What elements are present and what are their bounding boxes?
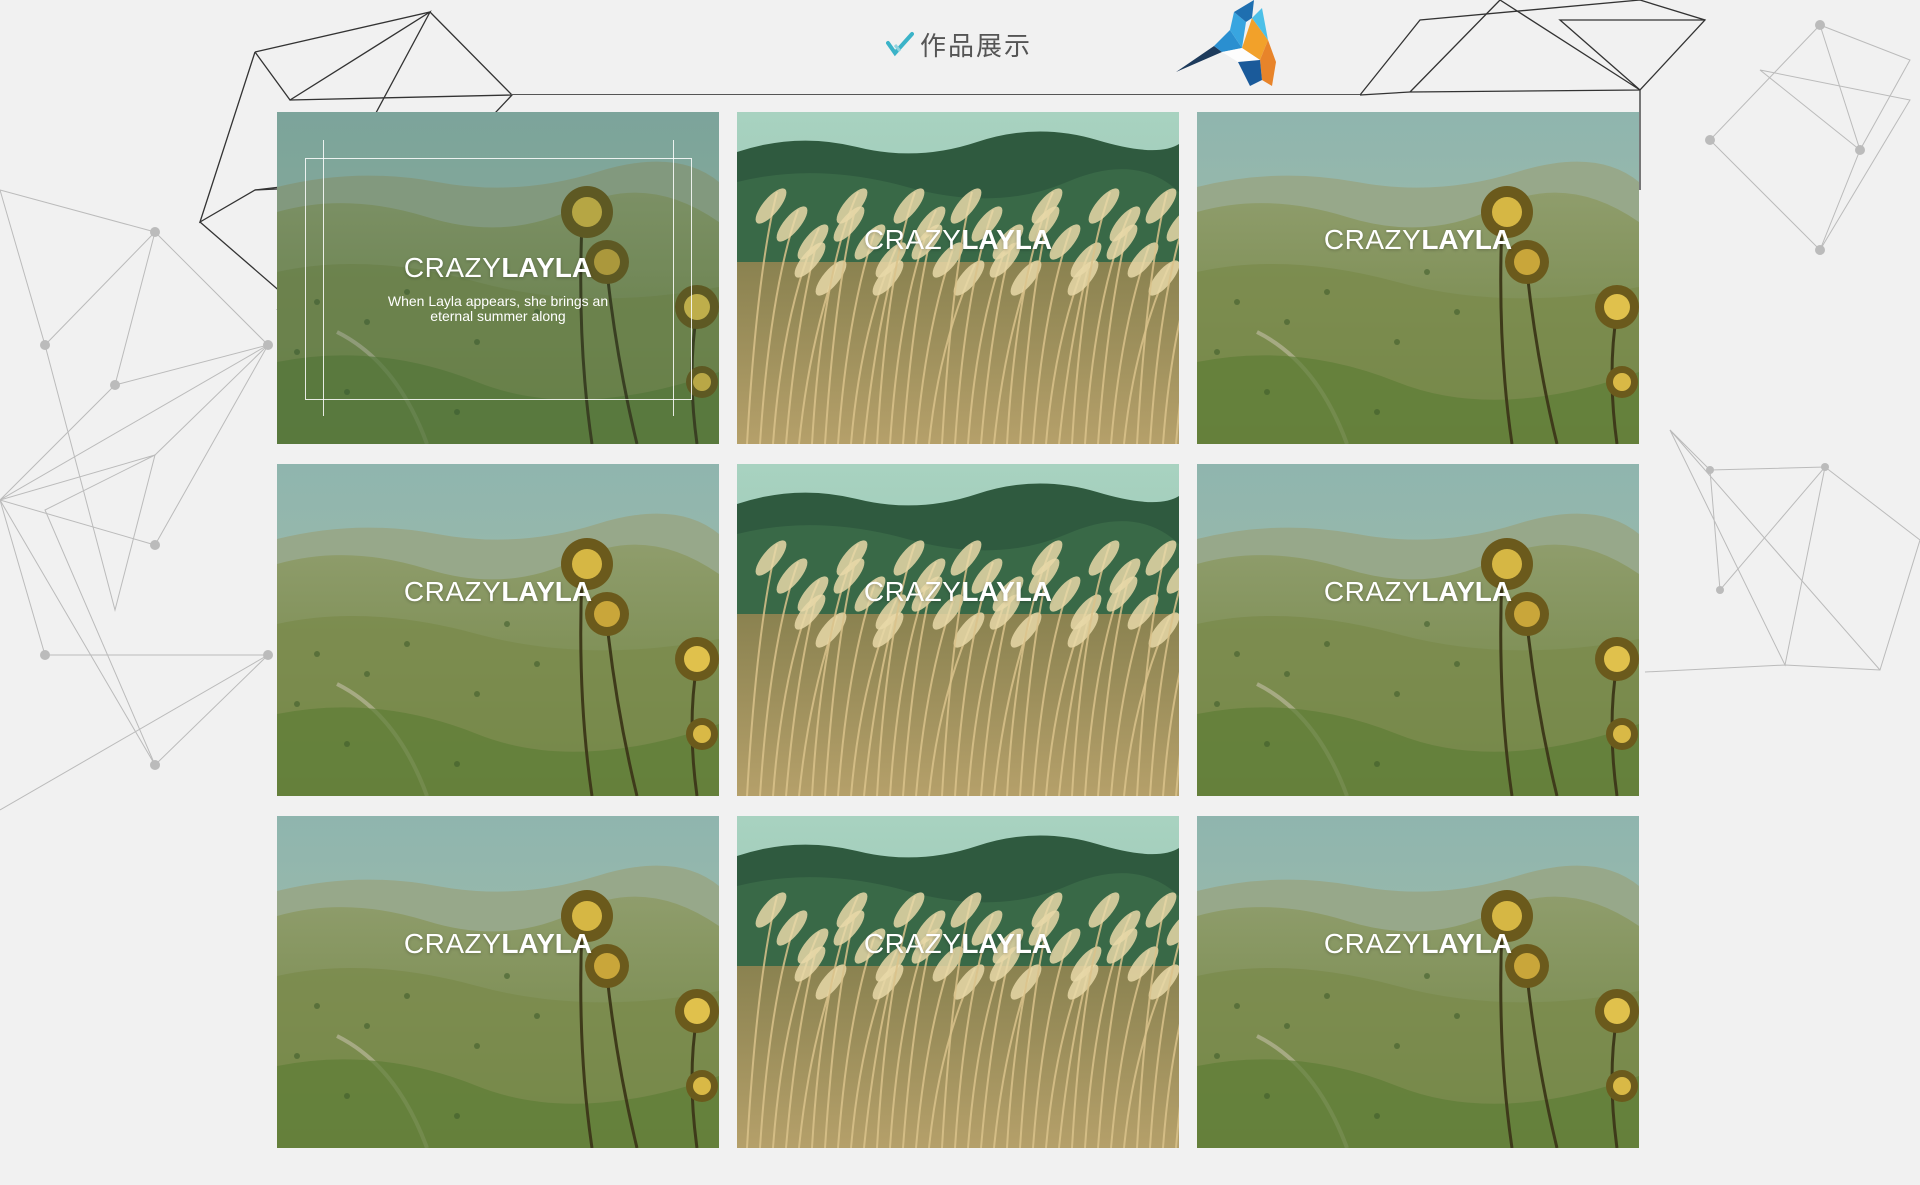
brand-light: CRAZY (1323, 576, 1422, 607)
check-mark-icon (886, 32, 914, 57)
brand-caption: CRAZYLAYLA (1197, 928, 1639, 960)
brand-caption: CRAZYLAYLA (277, 928, 719, 960)
gallery-item[interactable]: CRAZYLAYLA (277, 816, 719, 1148)
brand-caption: CRAZYLAYLA (737, 576, 1179, 608)
section-title: 作品展示 (886, 26, 1032, 62)
portfolio-gallery: CRAZYLAYLA When Layla appears, she bring… (277, 112, 1639, 1148)
brand-caption: CRAZYLAYLA (277, 252, 719, 284)
gallery-item[interactable]: CRAZYLAYLA (277, 464, 719, 796)
gallery-item[interactable]: CRAZYLAYLA (737, 464, 1179, 796)
brand-bold: LAYLA (1421, 928, 1513, 959)
brand-light: CRAZY (403, 576, 502, 607)
gallery-item[interactable]: CRAZYLAYLA (1197, 112, 1639, 444)
brand-bold: LAYLA (961, 928, 1053, 959)
brand-bold: LAYLA (1421, 224, 1513, 255)
brand-light: CRAZY (403, 928, 502, 959)
brand-tagline: When Layla appears, she brings an eterna… (387, 293, 609, 324)
kingfisher-bird-icon (1176, 0, 1276, 86)
brand-bold: LAYLA (501, 928, 593, 959)
brand-bold: LAYLA (1421, 576, 1513, 607)
brand-caption: CRAZYLAYLA (737, 928, 1179, 960)
brand-light: CRAZY (863, 224, 962, 255)
brand-bold: LAYLA (961, 576, 1053, 607)
brand-caption: CRAZYLAYLA (1197, 576, 1639, 608)
gallery-item[interactable]: CRAZYLAYLA (737, 816, 1179, 1148)
brand-caption: CRAZYLAYLA (277, 576, 719, 608)
brand-bold: LAYLA (961, 224, 1053, 255)
brand-bold: LAYLA (501, 576, 593, 607)
brand-light: CRAZY (1323, 224, 1422, 255)
gallery-item[interactable]: CRAZYLAYLA (1197, 464, 1639, 796)
section-title-text: 作品展示 (920, 31, 1033, 62)
brand-light: CRAZY (863, 576, 962, 607)
brand-light: CRAZY (863, 928, 962, 959)
brand-caption: CRAZYLAYLA (737, 224, 1179, 256)
section-header: 作品展示 (0, 0, 1920, 95)
gallery-item[interactable]: CRAZYLAYLA (737, 112, 1179, 444)
gallery-item[interactable]: CRAZYLAYLA (1197, 816, 1639, 1148)
brand-caption: CRAZYLAYLA (1197, 224, 1639, 256)
gallery-item[interactable]: CRAZYLAYLA When Layla appears, she bring… (277, 112, 719, 444)
brand-light: CRAZY (403, 252, 502, 283)
header-divider (510, 94, 1360, 95)
brand-bold: LAYLA (501, 252, 593, 283)
brand-light: CRAZY (1323, 928, 1422, 959)
